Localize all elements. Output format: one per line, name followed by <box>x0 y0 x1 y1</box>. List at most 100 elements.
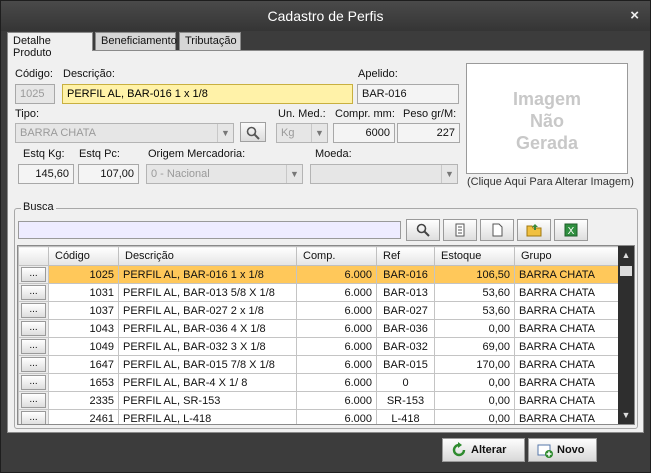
cell-comp[interactable]: 6.000 <box>296 319 377 338</box>
cell-estoque[interactable]: 53,60 <box>434 283 515 302</box>
cell-grupo[interactable]: BARRA CHATA <box>514 319 621 338</box>
moeda-select[interactable]: ▼ <box>310 164 458 184</box>
column-header-estoque[interactable]: Estoque <box>434 246 515 266</box>
estqpc-field[interactable]: 107,00 <box>78 164 139 184</box>
search-button[interactable] <box>406 219 440 241</box>
new-document-button[interactable] <box>480 219 514 241</box>
column-header-codigo[interactable]: Código <box>48 246 119 266</box>
column-header-comp[interactable]: Comp. <box>296 246 377 266</box>
compr-field[interactable]: 6000 <box>333 123 395 143</box>
cell-ref[interactable]: L-418 <box>376 409 435 424</box>
open-folder-button[interactable] <box>517 219 551 241</box>
cell-codigo[interactable]: 1647 <box>48 355 119 374</box>
column-header-ref[interactable]: Ref <box>376 246 435 266</box>
cell-ref[interactable]: BAR-013 <box>376 283 435 302</box>
descricao-field[interactable]: PERFIL AL, BAR-016 1 x 1/8 <box>62 84 353 104</box>
cell-descricao[interactable]: PERFIL AL, BAR-036 4 X 1/8 <box>118 319 297 338</box>
cell-estoque[interactable]: 53,60 <box>434 301 515 320</box>
filter-button[interactable] <box>443 219 477 241</box>
cell-comp[interactable]: 6.000 <box>296 355 377 374</box>
column-header-descricao[interactable]: Descrição <box>118 246 297 266</box>
row-details-button[interactable]: ... <box>21 393 46 408</box>
table-row[interactable]: ... 1043 PERFIL AL, BAR-036 4 X 1/8 6.000 BA… <box>18 319 621 338</box>
cell-estoque[interactable]: 69,00 <box>434 337 515 356</box>
row-details-button[interactable]: ... <box>21 411 46 424</box>
table-row[interactable]: ... 2335 PERFIL AL, SR-153 6.000 SR-153 0,00 B… <box>18 391 621 410</box>
cell-grupo[interactable]: BARRA CHATA <box>514 283 621 302</box>
cell-ref[interactable]: BAR-015 <box>376 355 435 374</box>
cell-ref[interactable]: BAR-036 <box>376 319 435 338</box>
tipo-select[interactable]: BARRA CHATA ▼ <box>15 123 234 143</box>
estqkg-field[interactable]: 145,60 <box>18 164 74 184</box>
cell-descricao[interactable]: PERFIL AL, BAR-013 5/8 X 1/8 <box>118 283 297 302</box>
cell-ref[interactable]: BAR-032 <box>376 337 435 356</box>
table-row[interactable]: ... 1653 PERFIL AL, BAR-4 X 1/ 8 6.000 0 0,00… <box>18 373 621 392</box>
cell-estoque[interactable]: 106,50 <box>434 265 515 284</box>
tab-detalhe-produto[interactable]: Detalhe Produto <box>7 32 93 59</box>
row-details-button[interactable]: ... <box>21 357 46 372</box>
cell-ref[interactable]: SR-153 <box>376 391 435 410</box>
cell-estoque[interactable]: 170,00 <box>434 355 515 374</box>
cell-codigo[interactable]: 1031 <box>48 283 119 302</box>
table-row[interactable]: ... 1037 PERFIL AL, BAR-027 2 x 1/8 6.000 BA… <box>18 301 621 320</box>
row-details-button[interactable]: ... <box>21 303 46 318</box>
scroll-thumb[interactable] <box>620 266 632 276</box>
cell-estoque[interactable]: 0,00 <box>434 319 515 338</box>
export-excel-button[interactable]: X <box>554 219 588 241</box>
table-row[interactable]: ... 1031 PERFIL AL, BAR-013 5/8 X 1/8 6.000… <box>18 283 621 302</box>
novo-button[interactable]: Novo <box>528 438 597 462</box>
tab-tributacao[interactable]: Tributação <box>179 32 241 50</box>
table-row[interactable]: ... 1049 PERFIL AL, BAR-032 3 X 1/8 6.000 BA… <box>18 337 621 356</box>
peso-field[interactable]: 227 <box>397 123 460 143</box>
table-row[interactable]: ... 2461 PERFIL AL, L-418 6.000 L-418 0,00 BAR… <box>18 409 621 424</box>
cell-codigo[interactable]: 2461 <box>48 409 119 424</box>
cell-codigo[interactable]: 1043 <box>48 319 119 338</box>
scroll-up-icon[interactable]: ▲ <box>618 248 634 262</box>
cell-estoque[interactable]: 0,00 <box>434 391 515 410</box>
cell-comp[interactable]: 6.000 <box>296 391 377 410</box>
cell-comp[interactable]: 6.000 <box>296 409 377 424</box>
cell-grupo[interactable]: BARRA CHATA <box>514 301 621 320</box>
cell-descricao[interactable]: PERFIL AL, BAR-027 2 x 1/8 <box>118 301 297 320</box>
close-icon[interactable]: × <box>630 7 639 24</box>
row-details-button[interactable]: ... <box>21 321 46 336</box>
alterar-button[interactable]: Alterar <box>442 438 525 462</box>
cell-estoque[interactable]: 0,00 <box>434 409 515 424</box>
cell-descricao[interactable]: PERFIL AL, BAR-016 1 x 1/8 <box>118 265 297 284</box>
cell-grupo[interactable]: BARRA CHATA <box>514 337 621 356</box>
cell-codigo[interactable]: 1025 <box>48 265 119 284</box>
cell-grupo[interactable]: BARRA CHATA <box>514 391 621 410</box>
cell-grupo[interactable]: BARRA CHATA <box>514 265 621 284</box>
product-image-placeholder[interactable]: Imagem Não Gerada <box>466 63 628 174</box>
tab-beneficiamento[interactable]: Beneficiamento <box>95 32 177 50</box>
cell-ref[interactable]: BAR-027 <box>376 301 435 320</box>
grid-vertical-scrollbar[interactable]: ▲ ▼ <box>618 246 634 424</box>
cell-grupo[interactable]: BARRA CHATA <box>514 355 621 374</box>
cell-ref[interactable]: BAR-016 <box>376 265 435 284</box>
unmed-select[interactable]: Kg ▼ <box>276 123 328 143</box>
cell-codigo[interactable]: 2335 <box>48 391 119 410</box>
cell-comp[interactable]: 6.000 <box>296 373 377 392</box>
cell-grupo[interactable]: BARRA CHATA <box>514 409 621 424</box>
column-header-grupo[interactable]: Grupo <box>514 246 621 266</box>
search-input[interactable] <box>18 221 401 239</box>
cell-grupo[interactable]: BARRA CHATA <box>514 373 621 392</box>
cell-codigo[interactable]: 1037 <box>48 301 119 320</box>
cell-descricao[interactable]: PERFIL AL, BAR-032 3 X 1/8 <box>118 337 297 356</box>
row-details-button[interactable]: ... <box>21 267 46 282</box>
image-caption-link[interactable]: (Clique Aqui Para Alterar Imagem) <box>467 176 634 188</box>
cell-comp[interactable]: 6.000 <box>296 301 377 320</box>
codigo-field[interactable]: 1025 <box>15 84 55 104</box>
cell-descricao[interactable]: PERFIL AL, L-418 <box>118 409 297 424</box>
cell-estoque[interactable]: 0,00 <box>434 373 515 392</box>
row-details-button[interactable]: ... <box>21 339 46 354</box>
origem-select[interactable]: 0 - Nacional ▼ <box>146 164 303 184</box>
cell-codigo[interactable]: 1653 <box>48 373 119 392</box>
cell-codigo[interactable]: 1049 <box>48 337 119 356</box>
scroll-down-icon[interactable]: ▼ <box>618 408 634 422</box>
cell-descricao[interactable]: PERFIL AL, SR-153 <box>118 391 297 410</box>
apelido-field[interactable]: BAR-016 <box>357 84 459 104</box>
cell-comp[interactable]: 6.000 <box>296 265 377 284</box>
row-details-button[interactable]: ... <box>21 375 46 390</box>
cell-descricao[interactable]: PERFIL AL, BAR-015 7/8 X 1/8 <box>118 355 297 374</box>
